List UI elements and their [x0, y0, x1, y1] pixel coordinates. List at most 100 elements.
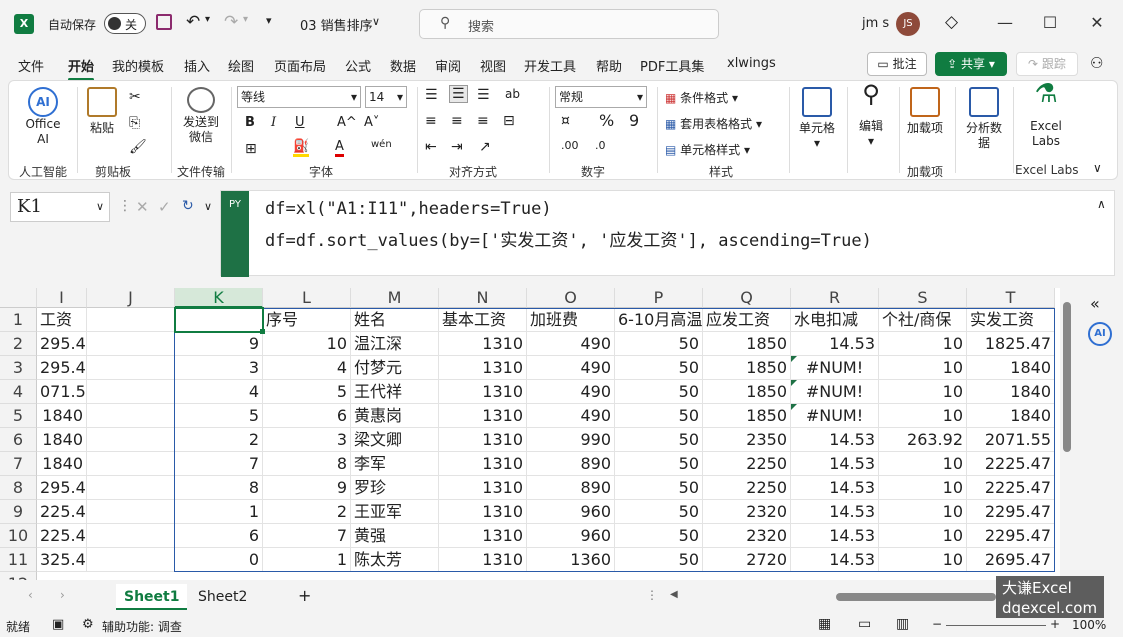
table-cell[interactable]: 罗珍 [351, 476, 439, 500]
table-cell[interactable]: 7 [175, 452, 263, 476]
percent-button[interactable]: % [599, 111, 614, 130]
zoom-slider[interactable] [946, 625, 1046, 626]
table-cell[interactable] [87, 500, 175, 524]
normal-view-icon[interactable]: ▦ [818, 616, 831, 632]
table-cell[interactable]: 3 [175, 356, 263, 380]
table-cell[interactable]: 5 [263, 380, 351, 404]
table-cell[interactable]: 1310 [439, 548, 527, 572]
options-icon[interactable]: ⋮ [646, 588, 658, 602]
select-all-corner[interactable] [0, 288, 37, 308]
table-cell[interactable]: 50 [615, 476, 703, 500]
table-cell[interactable]: 1840 [967, 356, 1055, 380]
redo-icon[interactable]: ↷ [224, 12, 238, 32]
copy-icon[interactable]: ⎘ [129, 115, 140, 131]
table-cell[interactable]: 10 [263, 332, 351, 356]
table-cell[interactable]: 1850 [703, 404, 791, 428]
tab-help[interactable]: 帮助 [596, 56, 622, 75]
table-cell[interactable]: 263.92 [879, 428, 967, 452]
table-cell[interactable]: 490 [527, 404, 615, 428]
macro-icon[interactable]: ▣ [52, 617, 64, 632]
column-header-o[interactable]: O [527, 288, 615, 308]
add-sheet-button[interactable]: + [298, 586, 311, 605]
table-cell[interactable]: 14.53 [791, 332, 879, 356]
prev-sheet-icon[interactable]: ‹ [28, 588, 33, 602]
share-button[interactable]: ⇪ 共享 ▾ [935, 52, 1007, 76]
table-cell[interactable]: 1310 [439, 476, 527, 500]
table-cell[interactable] [87, 332, 175, 356]
table-cell[interactable]: 10 [879, 476, 967, 500]
align-left-icon[interactable]: ≡ [425, 113, 437, 129]
table-cell[interactable]: 李军 [351, 452, 439, 476]
row-header-3[interactable]: 3 [0, 356, 37, 380]
borders-icon[interactable]: ⊞ [245, 141, 257, 157]
header-cell[interactable] [175, 308, 263, 332]
table-cell[interactable]: 1840 [37, 452, 87, 476]
header-cell[interactable]: 姓名 [351, 308, 439, 332]
table-cell[interactable]: 6 [263, 404, 351, 428]
python-output-icon[interactable]: ↻ [182, 198, 194, 214]
grow-font-button[interactable]: A^ [337, 115, 357, 130]
header-cell[interactable]: 水电扣减 [791, 308, 879, 332]
column-header-j[interactable]: J [87, 288, 175, 308]
table-cell[interactable]: 2225.47 [967, 452, 1055, 476]
accessibility-status[interactable]: 辅助功能: 调查 [102, 618, 182, 635]
bold-button[interactable]: B [245, 115, 255, 130]
table-cell[interactable]: 2295.47 [967, 524, 1055, 548]
table-cell[interactable]: 10 [879, 452, 967, 476]
table-cell[interactable]: 9 [263, 476, 351, 500]
table-cell[interactable]: 1840 [967, 380, 1055, 404]
fill-color-icon[interactable]: ⛽ [293, 139, 310, 157]
column-header-p[interactable]: P [615, 288, 703, 308]
table-cell[interactable]: 960 [527, 524, 615, 548]
table-cell[interactable]: #NUM! [791, 356, 879, 380]
table-cell[interactable]: 50 [615, 404, 703, 428]
table-cell[interactable]: 1850 [703, 332, 791, 356]
font-name-select[interactable]: 等线 ▾ [237, 86, 361, 108]
table-cell[interactable]: #NUM! [791, 380, 879, 404]
zoom-in-icon[interactable]: + [1050, 617, 1060, 631]
editing-button[interactable]: ⚲ 编辑 ▾ [851, 82, 891, 149]
table-cell[interactable]: 1840 [37, 404, 87, 428]
table-cell[interactable]: 5 [175, 404, 263, 428]
table-cell[interactable]: 2295.47 [967, 500, 1055, 524]
table-cell[interactable]: 50 [615, 428, 703, 452]
table-cell[interactable]: 10 [879, 548, 967, 572]
table-cell[interactable]: 1310 [439, 500, 527, 524]
tab-formulas[interactable]: 公式 [345, 56, 371, 75]
tab-xlwings[interactable]: xlwings [727, 56, 776, 71]
table-cell[interactable]: 14.53 [791, 500, 879, 524]
table-cell[interactable]: 黄惠岗 [351, 404, 439, 428]
table-cell[interactable]: 2720 [703, 548, 791, 572]
zoom-level[interactable]: 100% [1072, 618, 1106, 632]
table-cell[interactable]: 3 [263, 428, 351, 452]
table-cell[interactable]: 2 [175, 428, 263, 452]
table-cell[interactable]: 黄强 [351, 524, 439, 548]
table-cell[interactable]: 2 [263, 500, 351, 524]
tab-home[interactable]: 开始 [68, 56, 95, 81]
indent-decrease-icon[interactable]: ⇤ [425, 139, 437, 155]
vertical-scrollbar[interactable] [1060, 288, 1074, 580]
header-cell[interactable]: 6-10月高温 [615, 308, 703, 332]
avatar[interactable]: JS [896, 12, 920, 36]
align-right-icon[interactable]: ≡ [477, 113, 489, 129]
table-cell[interactable]: 10 [879, 332, 967, 356]
table-cell[interactable]: 295.47 [37, 332, 87, 356]
table-cell[interactable]: 1310 [439, 380, 527, 404]
table-cell[interactable]: 1850 [703, 356, 791, 380]
table-cell[interactable]: 7 [263, 524, 351, 548]
align-top-icon[interactable]: ☰ [425, 87, 438, 103]
table-cell[interactable]: 14.53 [791, 428, 879, 452]
table-cell[interactable]: 王亚军 [351, 500, 439, 524]
align-middle-icon[interactable]: ☰ [449, 85, 468, 103]
name-box[interactable]: K1 [10, 192, 110, 222]
undo-dropdown-icon[interactable]: ▾ [205, 14, 210, 25]
table-cell[interactable]: 14.53 [791, 548, 879, 572]
fill-handle[interactable] [260, 329, 265, 334]
table-cell[interactable]: 0 [175, 548, 263, 572]
page-layout-icon[interactable]: ▭ [858, 616, 871, 632]
merge-icon[interactable]: ⊟ [503, 113, 515, 129]
cancel-formula-icon[interactable]: ✕ [136, 198, 149, 216]
tab-file[interactable]: 文件 [18, 56, 44, 75]
align-center-icon[interactable]: ≡ [451, 113, 463, 129]
expand-pane-icon[interactable]: « [1090, 294, 1100, 313]
